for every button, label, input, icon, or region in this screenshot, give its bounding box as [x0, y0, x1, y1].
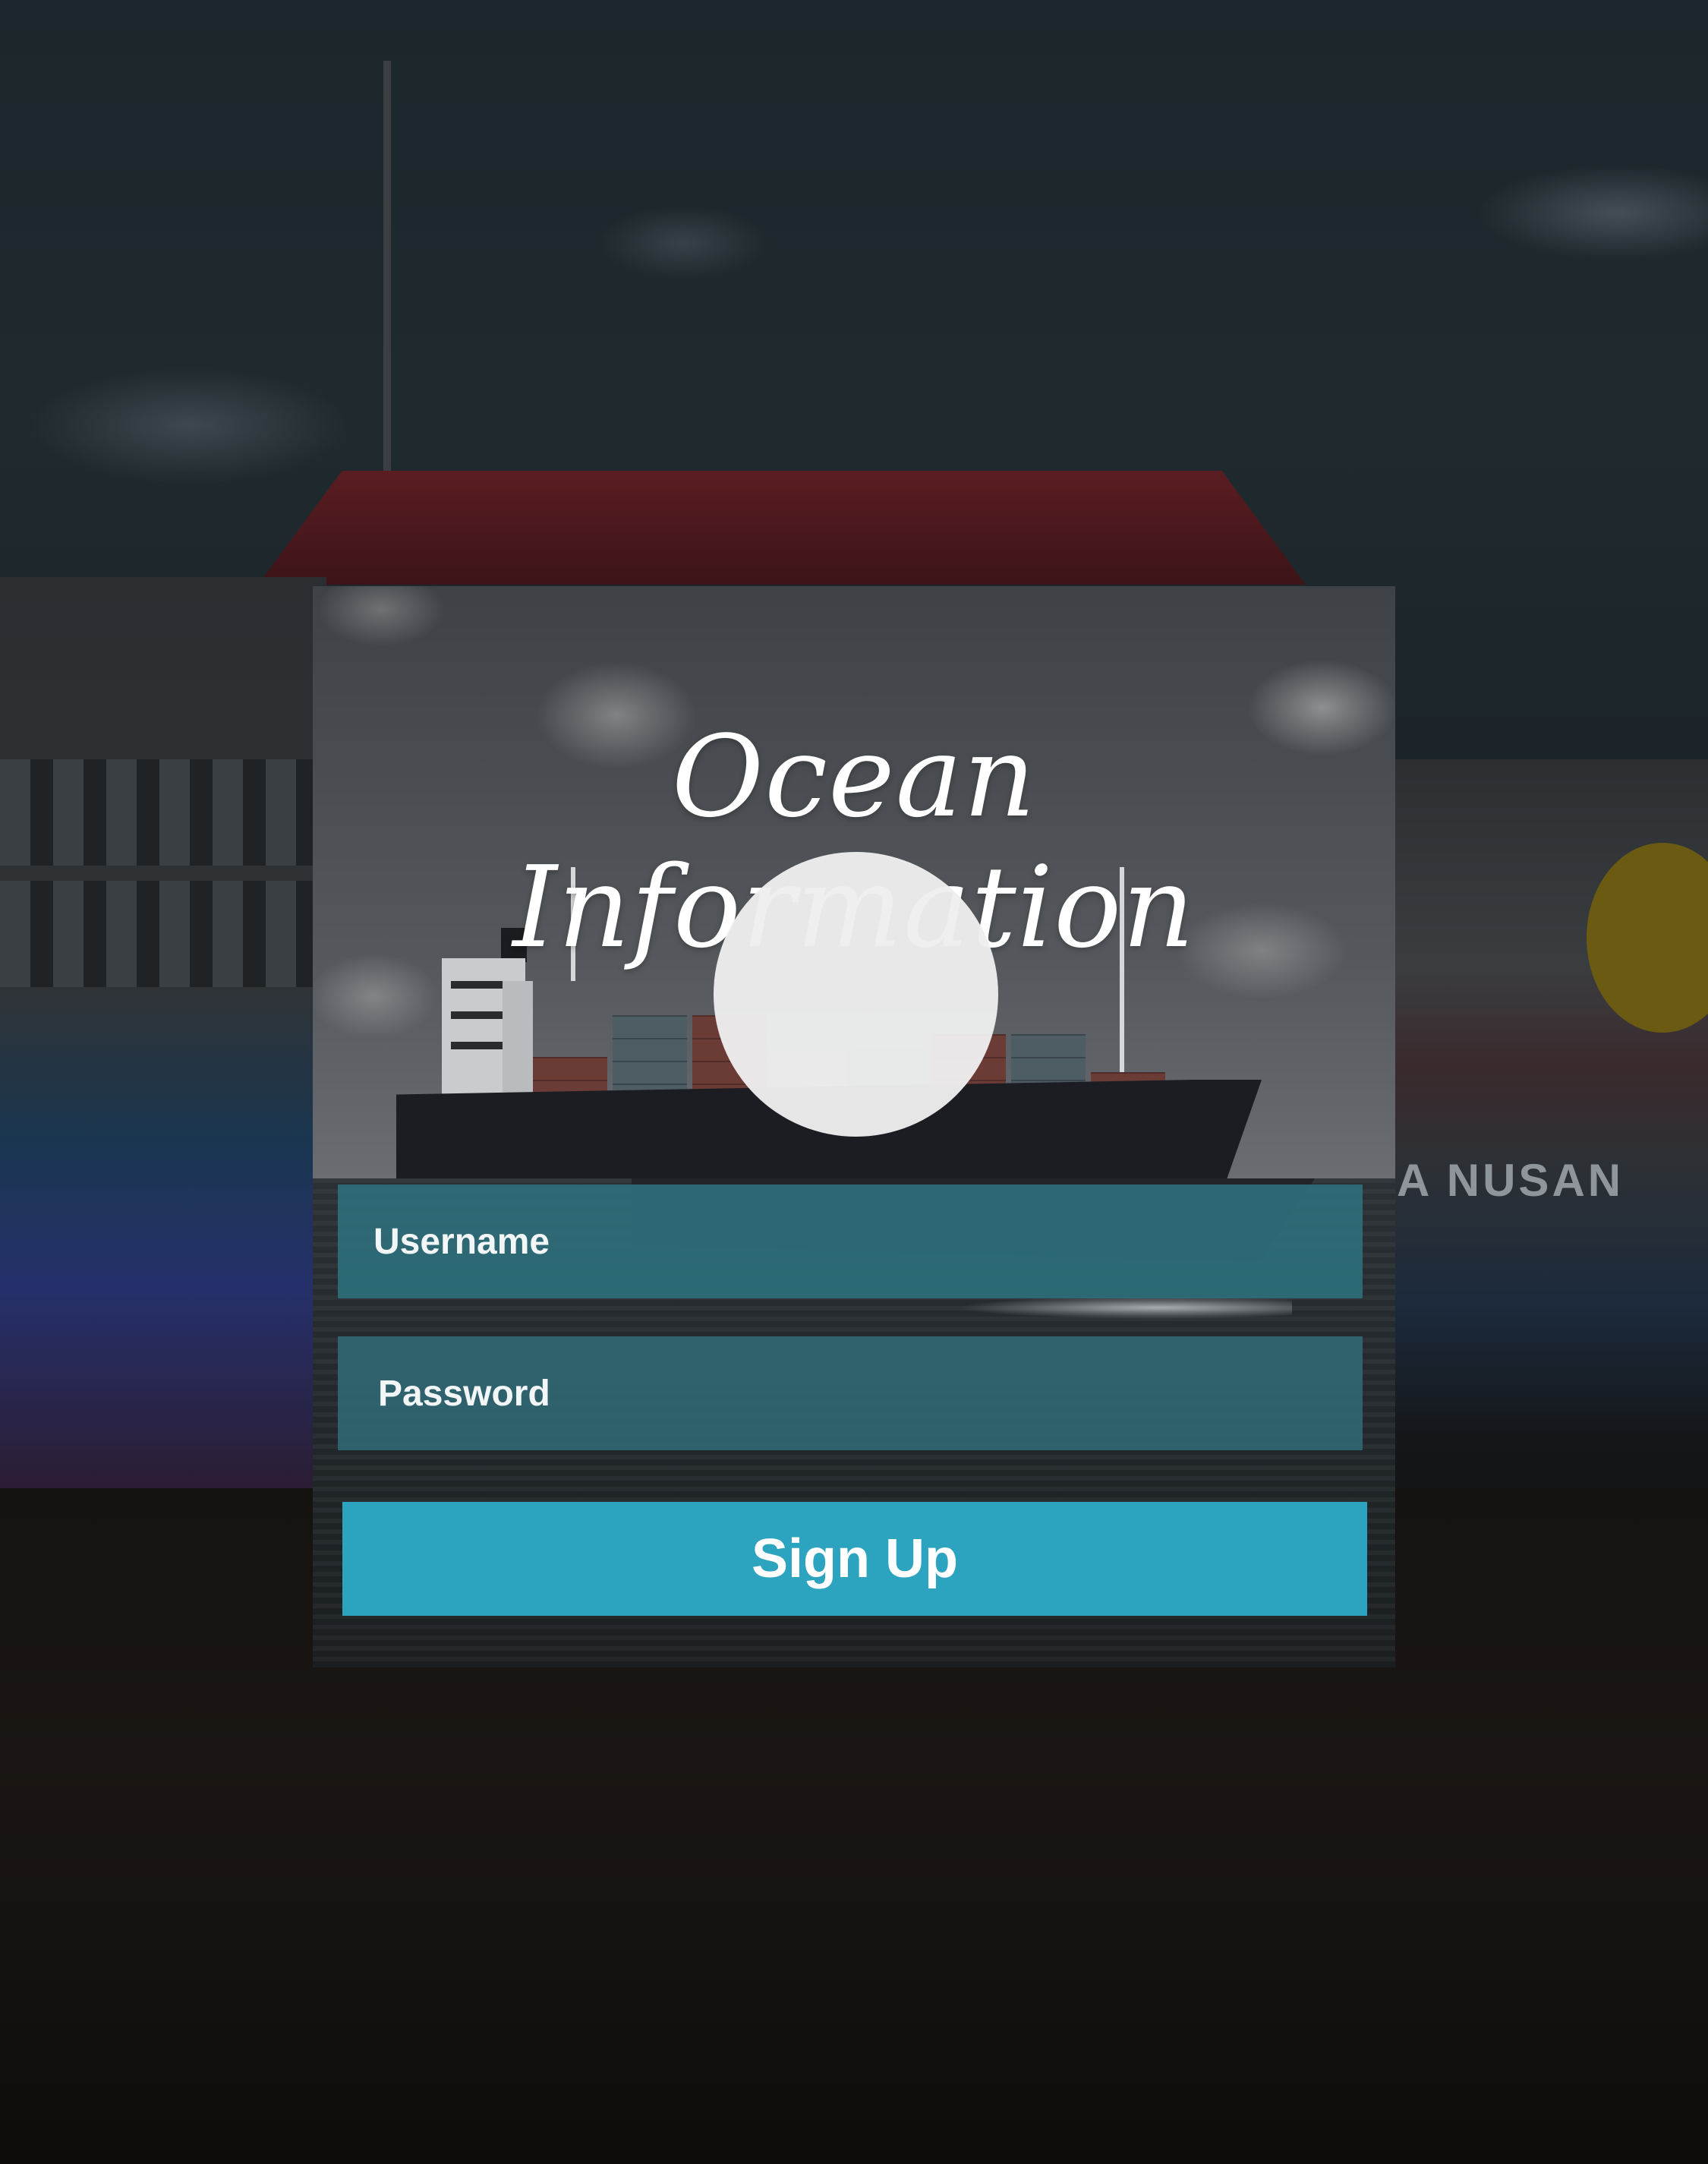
sign-up-button[interactable]: Sign Up	[342, 1502, 1367, 1616]
background-mast	[383, 61, 391, 486]
username-input[interactable]: Username	[338, 1185, 1363, 1298]
background-ship-left	[0, 577, 326, 1488]
login-card: Ocean Information Username Password Sign…	[313, 586, 1395, 1667]
background-hull-text: A NUSAN	[1397, 1155, 1624, 1206]
background-ship-roof	[258, 471, 1306, 585]
avatar-placeholder	[714, 852, 998, 1137]
ship-wake	[958, 1296, 1292, 1319]
password-input[interactable]: Password	[338, 1336, 1363, 1450]
